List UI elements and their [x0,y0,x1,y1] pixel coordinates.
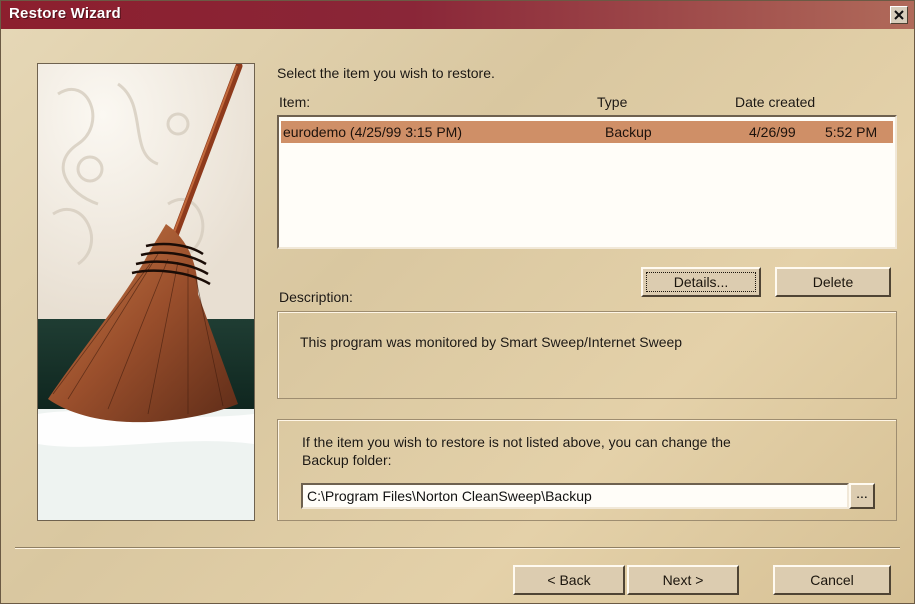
column-header-type[interactable]: Type [597,94,627,110]
description-box: This program was monitored by Smart Swee… [277,311,897,399]
title-bar[interactable]: Restore Wizard [1,1,914,29]
list-item-name: eurodemo (4/25/99 3:15 PM) [283,124,462,140]
broom-icon [38,64,254,520]
back-button[interactable]: < Back [513,565,625,595]
broom-image [37,63,255,521]
list-item-type: Backup [605,124,652,140]
restore-items-list[interactable]: eurodemo (4/25/99 3:15 PM) Backup 4/26/9… [277,115,897,249]
delete-button[interactable]: Delete [775,267,891,297]
column-header-date[interactable]: Date created [735,94,815,110]
restore-wizard-window: Restore Wizard Select the item you wish … [0,0,915,604]
footer-separator [15,547,900,549]
next-button[interactable]: Next > [627,565,739,595]
close-icon [894,10,904,20]
list-item-date: 4/26/99 [749,124,796,140]
column-header-item[interactable]: Item: [279,94,310,110]
backup-folder-input[interactable] [301,483,849,509]
folder-hint-line2: Backup folder: [302,452,392,468]
description-label: Description: [279,289,353,305]
folder-hint-line1: If the item you wish to restore is not l… [302,434,731,450]
list-item-time: 5:52 PM [825,124,878,140]
cancel-button[interactable]: Cancel [773,565,891,595]
close-button[interactable] [890,6,908,24]
window-title: Restore Wizard [9,5,121,22]
details-button[interactable]: Details... [641,267,761,297]
browse-button[interactable]: ... [849,483,875,509]
description-text: This program was monitored by Smart Swee… [300,334,683,350]
list-item[interactable]: eurodemo (4/25/99 3:15 PM) Backup 4/26/9… [281,121,893,143]
instruction-text: Select the item you wish to restore. [277,65,495,81]
